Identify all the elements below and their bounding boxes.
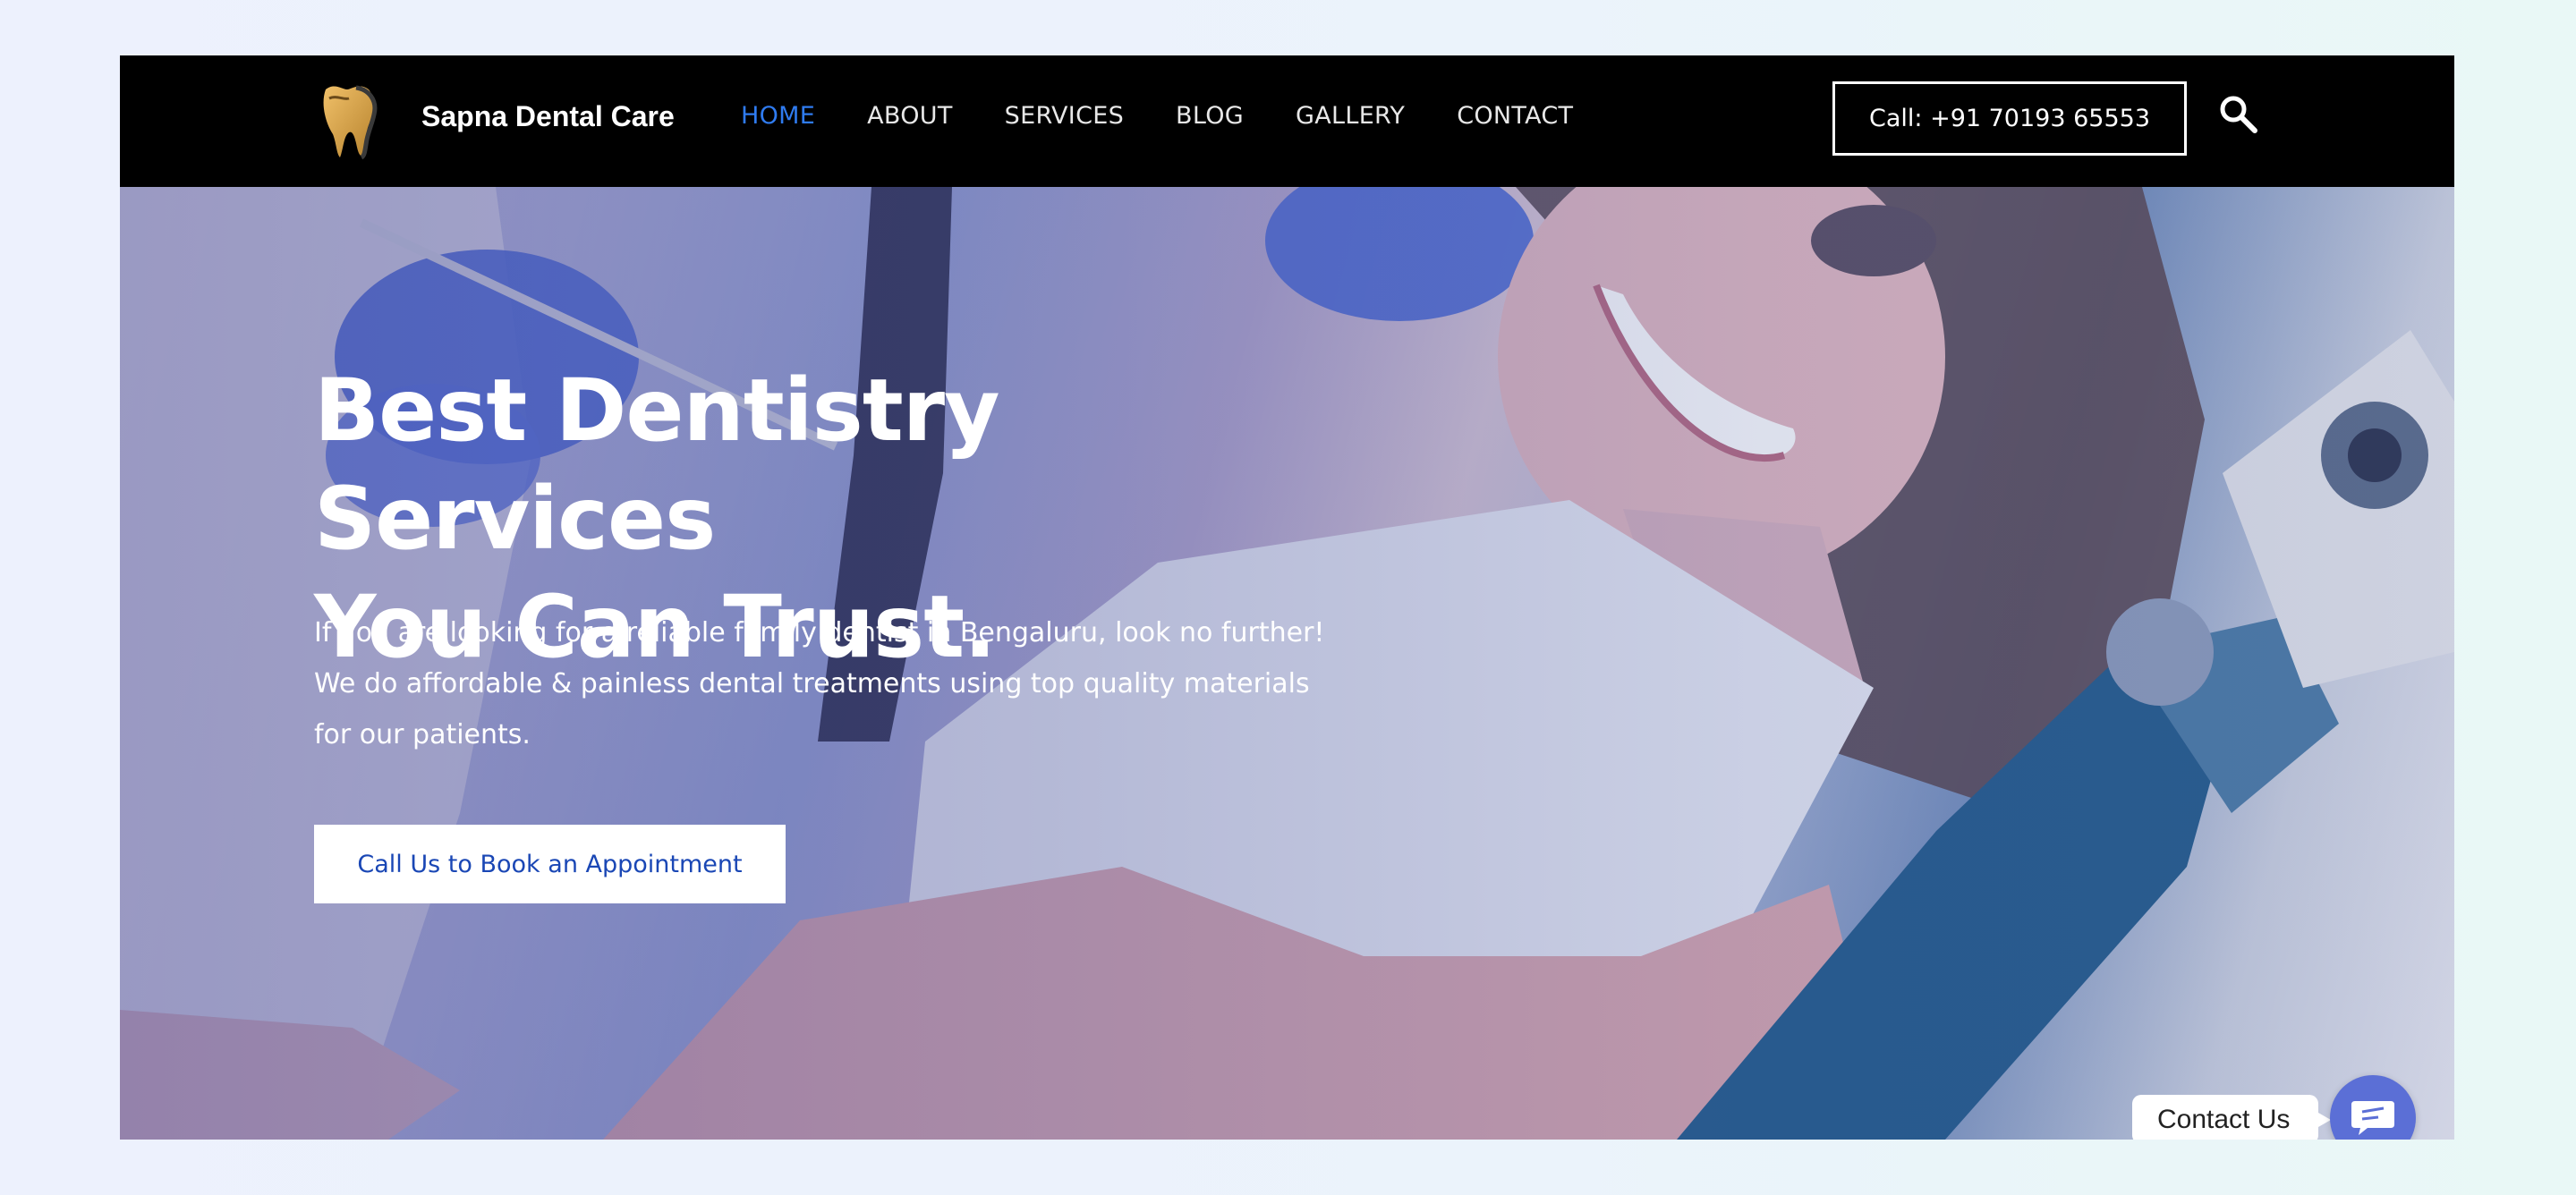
nav-contact[interactable]: CONTACT bbox=[1457, 102, 1573, 130]
main-nav: HOME ABOUT SERVICES BLOG GALLERY CONTACT bbox=[741, 102, 1625, 130]
nav-gallery[interactable]: GALLERY bbox=[1296, 102, 1405, 130]
contact-us-label[interactable]: Contact Us bbox=[2132, 1095, 2331, 1140]
nav-home[interactable]: HOME bbox=[741, 102, 815, 130]
brand-name[interactable]: Sapna Dental Care bbox=[421, 100, 675, 133]
website-frame: Sapna Dental Care HOME ABOUT SERVICES BL… bbox=[120, 55, 2454, 1140]
search-icon[interactable] bbox=[2219, 95, 2258, 134]
site-header: Sapna Dental Care HOME ABOUT SERVICES BL… bbox=[120, 55, 2454, 187]
nav-services[interactable]: SERVICES bbox=[1005, 102, 1124, 130]
hero-description-line: for our patients. bbox=[314, 719, 531, 750]
hero-description: If you are looking for a reliable family… bbox=[314, 607, 1334, 760]
hero-section: Best Dentistry Services You Can Trust. I… bbox=[120, 187, 2454, 1140]
call-button[interactable]: Call: +91 70193 65553 bbox=[1832, 81, 2187, 156]
nav-about[interactable]: ABOUT bbox=[867, 102, 953, 130]
book-appointment-button[interactable]: Call Us to Book an Appointment bbox=[314, 825, 786, 903]
hero-description-line: If you are looking for a reliable family… bbox=[314, 617, 1325, 648]
nav-blog[interactable]: BLOG bbox=[1176, 102, 1244, 130]
tooth-logo-icon[interactable] bbox=[317, 77, 383, 163]
hero-title-line: Best Dentistry Services bbox=[314, 360, 1000, 569]
hero-description-line: We do affordable & painless dental treat… bbox=[314, 668, 1310, 699]
